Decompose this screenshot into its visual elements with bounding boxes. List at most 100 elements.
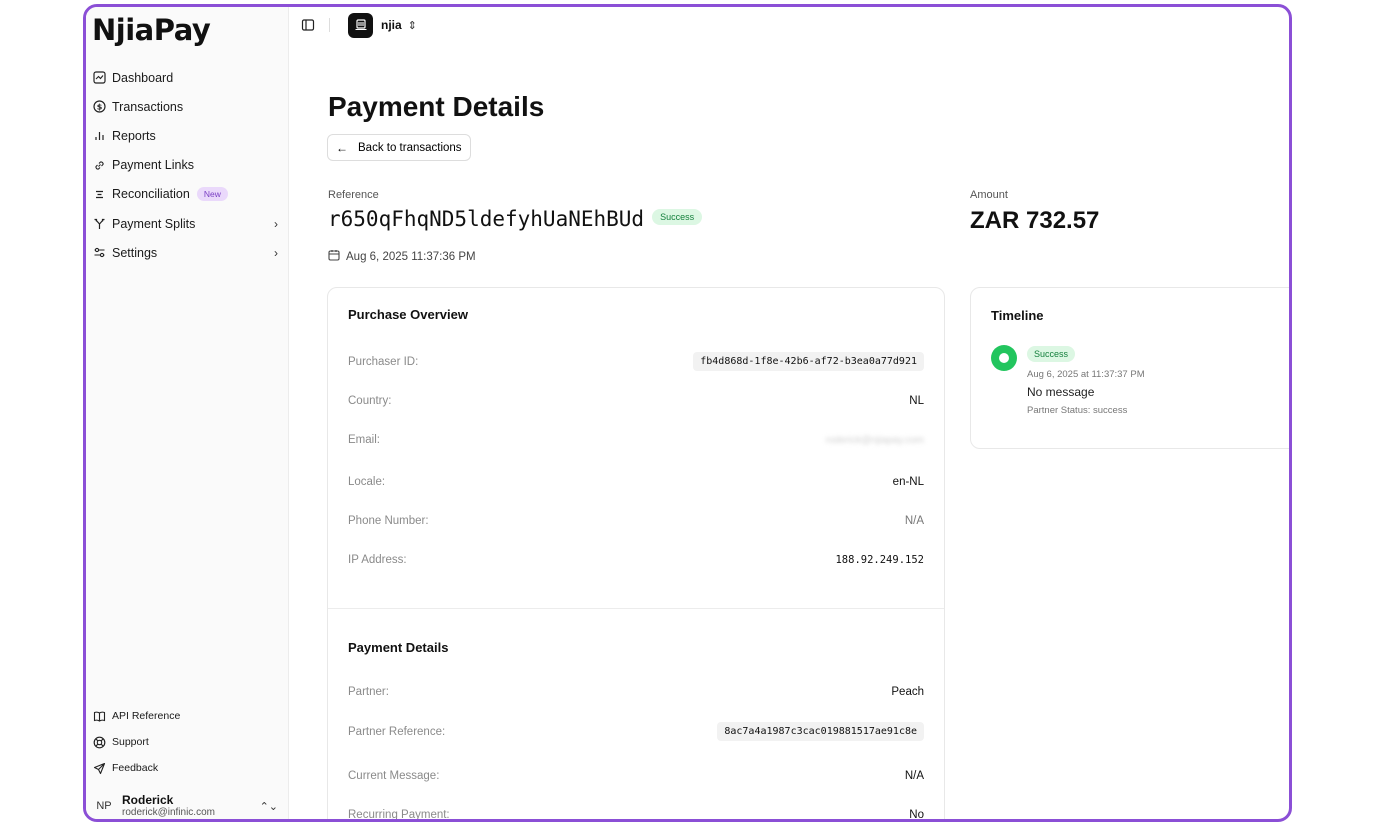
back-to-transactions-button[interactable]: ← Back to transactions [327,134,471,161]
user-name: Roderick [122,793,174,807]
row-label: Partner: [348,686,389,698]
sidebar-item-transactions[interactable]: $ Transactions [92,92,278,121]
dollar-circle-icon: $ [92,100,106,114]
row-label: Phone Number: [348,515,429,527]
app-window: NjiaPay Dashboard $ Transactions Reports [83,4,1292,822]
send-icon [92,761,106,775]
sidebar-item-settings[interactable]: Settings › [92,238,278,267]
sidebar-item-label: Feedback [112,762,159,774]
country-row: Country: NL [348,395,924,407]
ip-address-row: IP Address: 188.92.249.152 [348,554,924,566]
partner-reference-row: Partner Reference: 8ac7a4a1987c3cac01988… [348,722,924,741]
sidebar-item-reports[interactable]: Reports [92,121,278,150]
sidebar-item-label: Support [112,736,149,748]
brand-logo[interactable]: NjiaPay [92,13,211,47]
sliders-icon [92,246,106,260]
sidebar-item-support[interactable]: Support [92,729,278,755]
reference-value: r650qFhqND5ldefyhUaNEhBUd Success [328,207,703,231]
chevron-up-down-icon: ⌃⌄ [259,800,278,813]
calendar-icon [328,249,340,264]
main-content: Payment Details ← Back to transactions R… [289,43,1289,819]
row-label: IP Address: [348,554,407,566]
row-label: Country: [348,395,392,407]
locale-row: Locale: en-NL [348,476,924,488]
book-icon [92,709,106,723]
timeline-message: No message [1027,385,1095,399]
svg-text:$: $ [96,103,102,112]
email-row: Email: roderick@njiapay.com [348,434,924,446]
user-email: roderick@infinic.com [122,807,215,818]
section-divider [328,608,944,609]
purchaser-id-row: Purchaser ID: fb4d868d-1f8e-42b6-af72-b3… [348,352,924,371]
recurring-payment-row: Recurring Payment: No [348,809,924,821]
sidebar-item-payment-splits[interactable]: Payment Splits › [92,209,278,238]
amount-value: ZAR 732.57 [970,207,1100,234]
row-label: Recurring Payment: [348,809,450,821]
sidebar-item-feedback[interactable]: Feedback [92,755,278,781]
page-title: Payment Details [328,91,545,122]
org-switcher[interactable]: njia [381,18,402,32]
purchase-overview-title: Purchase Overview [348,307,468,322]
sidebar-item-reconciliation[interactable]: Reconciliation New [92,180,278,209]
chart-square-icon [92,71,106,85]
sidebar-footer-nav: API Reference Support Feedback [92,703,278,781]
org-logo-icon[interactable] [348,12,373,38]
status-badge: Success [652,209,703,225]
locale-value: en-NL [892,476,924,488]
reference-text: r650qFhqND5ldefyhUaNEhBUd [328,207,645,231]
split-icon [92,217,106,231]
row-label: Partner Reference: [348,725,446,738]
transaction-date: Aug 6, 2025 11:37:36 PM [328,249,476,264]
sidebar-item-label: Dashboard [112,70,174,85]
phone-number-value: N/A [904,515,924,527]
chevron-up-down-icon[interactable]: ⇕ [408,19,417,32]
timeline-status-badge: Success [1027,346,1076,362]
sidebar-item-label: Payment Links [112,158,194,173]
sidebar-item-label: Settings [112,245,158,260]
recurring-payment-value: No [909,809,924,821]
topbar: njia ⇕ [289,7,1289,43]
sidebar-item-label: Payment Splits [112,216,196,231]
bar-chart-icon [92,129,106,143]
sidebar-item-label: Reports [112,128,156,143]
row-label: Email: [348,434,380,446]
sidebar-item-label: Transactions [112,99,184,114]
avatar: NP [96,800,112,812]
user-info: Roderick roderick@infinic.com [122,793,215,819]
lifebuoy-icon [92,735,106,749]
arrow-left-icon: ← [336,140,348,155]
back-button-label: Back to transactions [358,141,462,154]
details-card: Purchase Overview Purchaser ID: fb4d868d… [327,287,945,821]
current-message-row: Current Message: N/A [348,770,924,782]
country-value: NL [909,395,924,407]
timeline-card: Timeline Success Aug 6, 2025 at 11:37:37… [970,287,1289,449]
link-icon [92,158,106,172]
sidebar-toggle-icon[interactable] [301,18,315,32]
list-filter-icon [92,187,106,201]
sidebar-item-payment-links[interactable]: Payment Links [92,151,278,180]
date-text: Aug 6, 2025 11:37:36 PM [346,250,476,263]
phone-number-row: Phone Number: N/A [348,515,924,527]
sidebar-item-label: Reconciliation [112,187,190,202]
sidebar: NjiaPay Dashboard $ Transactions Reports [86,7,289,819]
current-message-value: N/A [904,770,924,782]
row-label: Current Message: [348,770,440,782]
chevron-right-icon: › [274,245,278,260]
amount-label: Amount [970,189,1008,201]
timeline-title: Timeline [991,308,1044,323]
sidebar-item-dashboard[interactable]: Dashboard [92,63,278,92]
user-menu[interactable]: NP Roderick roderick@infinic.com ⌃⌄ [92,793,278,819]
ip-address-value: 188.92.249.152 [835,554,924,566]
timeline-partner-status: Partner Status: success [1027,405,1128,416]
partner-reference-value[interactable]: 8ac7a4a1987c3cac019881517ae91c8e [717,722,924,741]
timeline-time: Aug 6, 2025 at 11:37:37 PM [1027,369,1145,380]
email-value: roderick@njiapay.com [825,434,924,446]
purchaser-id-value[interactable]: fb4d868d-1f8e-42b6-af72-b3ea0a77d921 [693,352,924,371]
partner-value: Peach [891,686,924,698]
row-label: Purchaser ID: [348,355,419,368]
partner-row: Partner: Peach [348,686,924,698]
row-label: Locale: [348,476,386,488]
payment-details-title: Payment Details [348,640,449,655]
sidebar-item-api-reference[interactable]: API Reference [92,703,278,729]
sidebar-nav: Dashboard $ Transactions Reports Payment… [92,63,278,267]
